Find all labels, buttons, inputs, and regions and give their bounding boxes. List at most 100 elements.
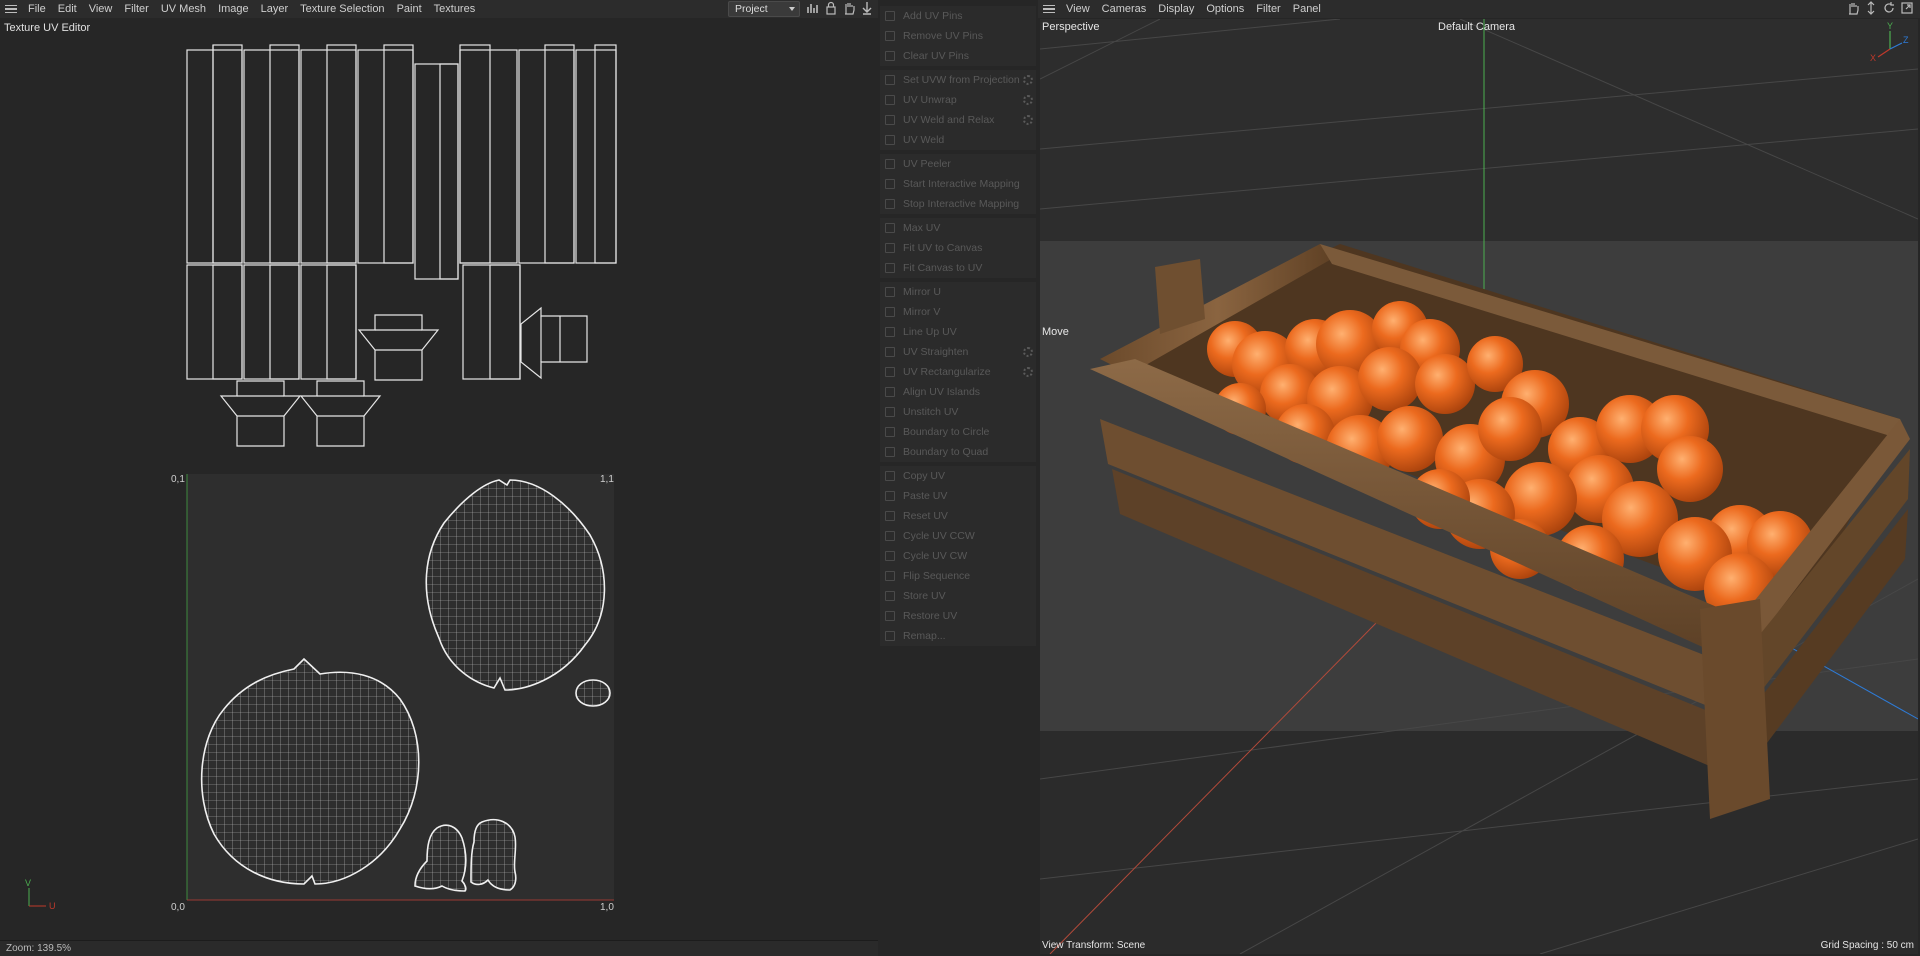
- chevron-down-icon: [789, 7, 795, 11]
- menu-edit[interactable]: Edit: [52, 0, 83, 18]
- command-label: Align UV Islands: [903, 386, 981, 398]
- circle-icon: [885, 427, 895, 437]
- command-copy-uv[interactable]: Copy UV: [880, 466, 1036, 486]
- menu-cameras[interactable]: Cameras: [1096, 0, 1153, 18]
- command-label: Remove UV Pins: [903, 30, 983, 42]
- move-arrows-icon[interactable]: [1864, 1, 1878, 15]
- command-uv-rectangularize[interactable]: UV Rectangularize: [880, 362, 1036, 382]
- command-boundary-to-quad[interactable]: Boundary to Quad: [880, 442, 1036, 462]
- menu-filter[interactable]: Filter: [1250, 0, 1286, 18]
- menu-file[interactable]: File: [22, 0, 52, 18]
- command-fit-canvas-to-uv[interactable]: Fit Canvas to UV: [880, 258, 1036, 278]
- command-start-interactive-mapping[interactable]: Start Interactive Mapping: [880, 174, 1036, 194]
- command-mirror-u[interactable]: Mirror U: [880, 282, 1036, 302]
- command-align-uv-islands[interactable]: Align UV Islands: [880, 382, 1036, 402]
- gear-icon[interactable]: [1023, 115, 1033, 125]
- command-line-up-uv[interactable]: Line Up UV: [880, 322, 1036, 342]
- gear-icon[interactable]: [1023, 95, 1033, 105]
- active-tool-label: Move: [1042, 326, 1069, 338]
- command-label: UV Rectangularize: [903, 366, 991, 378]
- zoom-status: Zoom: 139.5%: [0, 940, 878, 956]
- histogram-icon[interactable]: [806, 1, 820, 15]
- command-flip-sequence[interactable]: Flip Sequence: [880, 566, 1036, 586]
- menu-uv-mesh[interactable]: UV Mesh: [155, 0, 212, 18]
- pin-remove-icon: [885, 31, 895, 41]
- pin-down-icon[interactable]: [860, 1, 874, 15]
- command-cycle-uv-ccw[interactable]: Cycle UV CCW: [880, 526, 1036, 546]
- menu-view[interactable]: View: [83, 0, 119, 18]
- rectangularize-icon: [885, 367, 895, 377]
- gear-icon[interactable]: [1023, 347, 1033, 357]
- menu-options[interactable]: Options: [1200, 0, 1250, 18]
- align-icon: [885, 387, 895, 397]
- command-uv-straighten[interactable]: UV Straighten: [880, 342, 1036, 362]
- max-uv-icon: [885, 223, 895, 233]
- restore-icon: [885, 611, 895, 621]
- command-reset-uv[interactable]: Reset UV: [880, 506, 1036, 526]
- mirror-v-icon: [885, 307, 895, 317]
- projection-label[interactable]: Perspective: [1042, 21, 1099, 33]
- command-store-uv[interactable]: Store UV: [880, 586, 1036, 606]
- command-label: UV Straighten: [903, 346, 969, 358]
- command-label: Reset UV: [903, 510, 948, 522]
- menu-paint[interactable]: Paint: [391, 0, 428, 18]
- command-unstitch-uv[interactable]: Unstitch UV: [880, 402, 1036, 422]
- weld-relax-icon: [885, 115, 895, 125]
- view-transform-label: View Transform: Scene: [1042, 940, 1146, 951]
- viewport-canvas[interactable]: Perspective Default Camera Move View Tra…: [1040, 19, 1918, 954]
- project-select[interactable]: Project: [728, 1, 800, 17]
- command-label: Cycle UV CW: [903, 550, 968, 562]
- uv-tick-0-0: 0,0: [171, 902, 185, 913]
- pin-icon: [885, 11, 895, 21]
- command-max-uv[interactable]: Max UV: [880, 218, 1036, 238]
- command-label: Mirror V: [903, 306, 941, 318]
- rotate-icon[interactable]: [1882, 1, 1896, 15]
- uv-axis-gizmo: [28, 888, 46, 907]
- command-cycle-uv-cw[interactable]: Cycle UV CW: [880, 546, 1036, 566]
- maximize-icon[interactable]: [1900, 1, 1914, 15]
- menu-texture-selection[interactable]: Texture Selection: [294, 0, 390, 18]
- command-boundary-to-circle[interactable]: Boundary to Circle: [880, 422, 1036, 442]
- menu-textures[interactable]: Textures: [428, 0, 482, 18]
- lock-icon[interactable]: [824, 1, 838, 15]
- command-restore-uv[interactable]: Restore UV: [880, 606, 1036, 626]
- view-axis-gizmo[interactable]: Y X Z: [1870, 21, 1910, 65]
- menu-view[interactable]: View: [1060, 0, 1096, 18]
- hand-pan-icon[interactable]: [1846, 1, 1860, 15]
- cycle-ccw-icon: [885, 531, 895, 541]
- gear-icon[interactable]: [1023, 75, 1033, 85]
- command-label: Line Up UV: [903, 326, 957, 338]
- command-set-uvw-from-projection[interactable]: Set UVW from Projection: [880, 70, 1036, 90]
- command-label: Set UVW from Projection: [903, 74, 1020, 86]
- panel-menu-icon[interactable]: [0, 0, 22, 18]
- camera-label[interactable]: Default Camera: [1438, 21, 1515, 33]
- command-stop-interactive-mapping[interactable]: Stop Interactive Mapping: [880, 194, 1036, 214]
- menu-layer[interactable]: Layer: [255, 0, 295, 18]
- unstitch-icon: [885, 407, 895, 417]
- command-clear-uv-pins[interactable]: Clear UV Pins: [880, 46, 1036, 66]
- menu-filter[interactable]: Filter: [118, 0, 154, 18]
- panel-menu-icon[interactable]: [1038, 0, 1060, 18]
- command-fit-uv-to-canvas[interactable]: Fit UV to Canvas: [880, 238, 1036, 258]
- flip-icon: [885, 571, 895, 581]
- grid-spacing-label: Grid Spacing : 50 cm: [1820, 940, 1914, 951]
- command-remove-uv-pins[interactable]: Remove UV Pins: [880, 26, 1036, 46]
- command-label: Clear UV Pins: [903, 50, 969, 62]
- command-label: Copy UV: [903, 470, 946, 482]
- hand-pan-icon[interactable]: [842, 1, 856, 15]
- command-remap[interactable]: Remap...: [880, 626, 1036, 646]
- command-paste-uv[interactable]: Paste UV: [880, 486, 1036, 506]
- command-uv-peeler[interactable]: UV Peeler: [880, 154, 1036, 174]
- paste-icon: [885, 491, 895, 501]
- command-add-uv-pins[interactable]: Add UV Pins: [880, 6, 1036, 26]
- menu-panel[interactable]: Panel: [1287, 0, 1327, 18]
- command-section: Copy UV Paste UV Reset UV Cycle UV CCW Cycle…: [880, 466, 1036, 646]
- menu-image[interactable]: Image: [212, 0, 255, 18]
- uv-canvas[interactable]: [0, 18, 878, 938]
- command-uv-weld[interactable]: UV Weld: [880, 130, 1036, 150]
- menu-display[interactable]: Display: [1152, 0, 1200, 18]
- command-mirror-v[interactable]: Mirror V: [880, 302, 1036, 322]
- gear-icon[interactable]: [1023, 367, 1033, 377]
- command-uv-weld-and-relax[interactable]: UV Weld and Relax: [880, 110, 1036, 130]
- command-uv-unwrap[interactable]: UV Unwrap: [880, 90, 1036, 110]
